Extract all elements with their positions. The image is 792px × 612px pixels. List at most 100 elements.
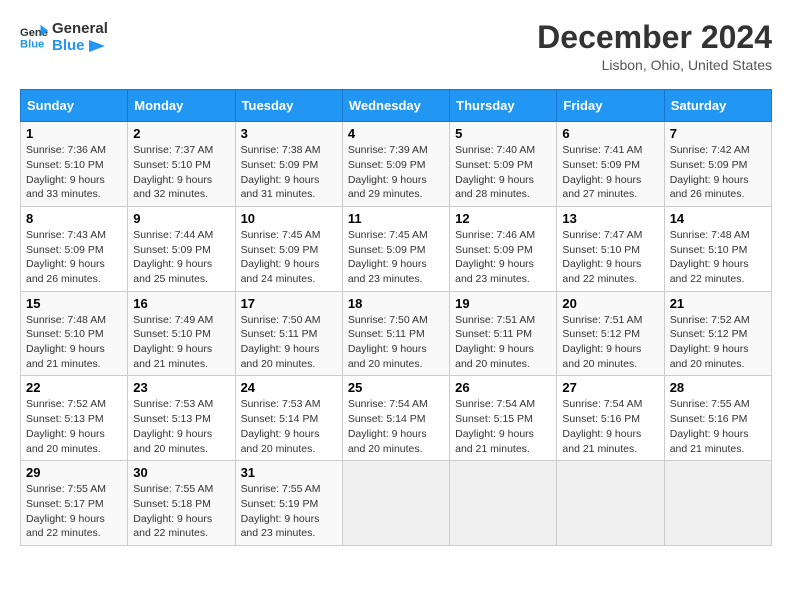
day-number: 24 (241, 380, 337, 395)
day-cell: 26 Sunrise: 7:54 AM Sunset: 5:15 PM Dayl… (450, 376, 557, 461)
logo-blue: Blue (52, 37, 108, 54)
day-detail: Sunrise: 7:38 AM Sunset: 5:09 PM Dayligh… (241, 143, 337, 202)
calendar-week-row: 22 Sunrise: 7:52 AM Sunset: 5:13 PM Dayl… (21, 376, 772, 461)
day-cell: 24 Sunrise: 7:53 AM Sunset: 5:14 PM Dayl… (235, 376, 342, 461)
page-header: General Blue General Blue December 2024 … (20, 20, 772, 73)
day-detail: Sunrise: 7:45 AM Sunset: 5:09 PM Dayligh… (348, 228, 444, 287)
day-detail: Sunrise: 7:48 AM Sunset: 5:10 PM Dayligh… (26, 313, 122, 372)
day-number: 25 (348, 380, 444, 395)
day-number: 9 (133, 211, 229, 226)
day-number: 7 (670, 126, 766, 141)
col-sunday: Sunday (21, 90, 128, 122)
day-number: 16 (133, 296, 229, 311)
day-number: 23 (133, 380, 229, 395)
day-number: 10 (241, 211, 337, 226)
day-detail: Sunrise: 7:54 AM Sunset: 5:15 PM Dayligh… (455, 397, 551, 456)
day-detail: Sunrise: 7:54 AM Sunset: 5:14 PM Dayligh… (348, 397, 444, 456)
calendar-table: Sunday Monday Tuesday Wednesday Thursday… (20, 89, 772, 546)
day-detail: Sunrise: 7:48 AM Sunset: 5:10 PM Dayligh… (670, 228, 766, 287)
day-cell: 15 Sunrise: 7:48 AM Sunset: 5:10 PM Dayl… (21, 291, 128, 376)
day-number: 20 (562, 296, 658, 311)
day-cell: 20 Sunrise: 7:51 AM Sunset: 5:12 PM Dayl… (557, 291, 664, 376)
col-saturday: Saturday (664, 90, 771, 122)
day-cell: 3 Sunrise: 7:38 AM Sunset: 5:09 PM Dayli… (235, 122, 342, 207)
calendar-week-row: 8 Sunrise: 7:43 AM Sunset: 5:09 PM Dayli… (21, 206, 772, 291)
day-cell: 5 Sunrise: 7:40 AM Sunset: 5:09 PM Dayli… (450, 122, 557, 207)
day-number: 26 (455, 380, 551, 395)
day-detail: Sunrise: 7:47 AM Sunset: 5:10 PM Dayligh… (562, 228, 658, 287)
calendar-week-row: 1 Sunrise: 7:36 AM Sunset: 5:10 PM Dayli… (21, 122, 772, 207)
day-number: 28 (670, 380, 766, 395)
day-cell: 27 Sunrise: 7:54 AM Sunset: 5:16 PM Dayl… (557, 376, 664, 461)
day-detail: Sunrise: 7:50 AM Sunset: 5:11 PM Dayligh… (348, 313, 444, 372)
col-thursday: Thursday (450, 90, 557, 122)
day-detail: Sunrise: 7:39 AM Sunset: 5:09 PM Dayligh… (348, 143, 444, 202)
day-cell: 6 Sunrise: 7:41 AM Sunset: 5:09 PM Dayli… (557, 122, 664, 207)
day-number: 12 (455, 211, 551, 226)
day-number: 19 (455, 296, 551, 311)
day-number: 21 (670, 296, 766, 311)
logo: General Blue General Blue (20, 20, 108, 54)
empty-day-cell (557, 461, 664, 546)
day-cell: 13 Sunrise: 7:47 AM Sunset: 5:10 PM Dayl… (557, 206, 664, 291)
day-detail: Sunrise: 7:44 AM Sunset: 5:09 PM Dayligh… (133, 228, 229, 287)
day-cell: 18 Sunrise: 7:50 AM Sunset: 5:11 PM Dayl… (342, 291, 449, 376)
day-cell: 31 Sunrise: 7:55 AM Sunset: 5:19 PM Dayl… (235, 461, 342, 546)
day-number: 15 (26, 296, 122, 311)
day-number: 2 (133, 126, 229, 141)
day-detail: Sunrise: 7:37 AM Sunset: 5:10 PM Dayligh… (133, 143, 229, 202)
day-cell: 21 Sunrise: 7:52 AM Sunset: 5:12 PM Dayl… (664, 291, 771, 376)
day-detail: Sunrise: 7:51 AM Sunset: 5:11 PM Dayligh… (455, 313, 551, 372)
day-cell: 7 Sunrise: 7:42 AM Sunset: 5:09 PM Dayli… (664, 122, 771, 207)
month-title: December 2024 (537, 20, 772, 55)
day-number: 31 (241, 465, 337, 480)
day-cell: 19 Sunrise: 7:51 AM Sunset: 5:11 PM Dayl… (450, 291, 557, 376)
title-block: December 2024 Lisbon, Ohio, United State… (537, 20, 772, 73)
day-cell: 2 Sunrise: 7:37 AM Sunset: 5:10 PM Dayli… (128, 122, 235, 207)
calendar-week-row: 15 Sunrise: 7:48 AM Sunset: 5:10 PM Dayl… (21, 291, 772, 376)
day-cell: 11 Sunrise: 7:45 AM Sunset: 5:09 PM Dayl… (342, 206, 449, 291)
day-number: 13 (562, 211, 658, 226)
day-detail: Sunrise: 7:55 AM Sunset: 5:16 PM Dayligh… (670, 397, 766, 456)
col-wednesday: Wednesday (342, 90, 449, 122)
day-number: 17 (241, 296, 337, 311)
col-monday: Monday (128, 90, 235, 122)
day-cell: 10 Sunrise: 7:45 AM Sunset: 5:09 PM Dayl… (235, 206, 342, 291)
day-number: 8 (26, 211, 122, 226)
col-tuesday: Tuesday (235, 90, 342, 122)
day-detail: Sunrise: 7:45 AM Sunset: 5:09 PM Dayligh… (241, 228, 337, 287)
day-cell: 25 Sunrise: 7:54 AM Sunset: 5:14 PM Dayl… (342, 376, 449, 461)
day-cell: 22 Sunrise: 7:52 AM Sunset: 5:13 PM Dayl… (21, 376, 128, 461)
day-detail: Sunrise: 7:49 AM Sunset: 5:10 PM Dayligh… (133, 313, 229, 372)
day-number: 4 (348, 126, 444, 141)
day-cell: 8 Sunrise: 7:43 AM Sunset: 5:09 PM Dayli… (21, 206, 128, 291)
day-detail: Sunrise: 7:55 AM Sunset: 5:19 PM Dayligh… (241, 482, 337, 541)
day-detail: Sunrise: 7:40 AM Sunset: 5:09 PM Dayligh… (455, 143, 551, 202)
day-number: 18 (348, 296, 444, 311)
day-cell: 1 Sunrise: 7:36 AM Sunset: 5:10 PM Dayli… (21, 122, 128, 207)
day-number: 27 (562, 380, 658, 395)
day-detail: Sunrise: 7:55 AM Sunset: 5:17 PM Dayligh… (26, 482, 122, 541)
day-number: 1 (26, 126, 122, 141)
day-detail: Sunrise: 7:51 AM Sunset: 5:12 PM Dayligh… (562, 313, 658, 372)
day-number: 29 (26, 465, 122, 480)
day-cell: 9 Sunrise: 7:44 AM Sunset: 5:09 PM Dayli… (128, 206, 235, 291)
empty-day-cell (664, 461, 771, 546)
day-number: 3 (241, 126, 337, 141)
day-detail: Sunrise: 7:55 AM Sunset: 5:18 PM Dayligh… (133, 482, 229, 541)
day-cell: 14 Sunrise: 7:48 AM Sunset: 5:10 PM Dayl… (664, 206, 771, 291)
day-number: 30 (133, 465, 229, 480)
day-cell: 17 Sunrise: 7:50 AM Sunset: 5:11 PM Dayl… (235, 291, 342, 376)
day-detail: Sunrise: 7:54 AM Sunset: 5:16 PM Dayligh… (562, 397, 658, 456)
day-number: 11 (348, 211, 444, 226)
day-detail: Sunrise: 7:52 AM Sunset: 5:12 PM Dayligh… (670, 313, 766, 372)
day-detail: Sunrise: 7:42 AM Sunset: 5:09 PM Dayligh… (670, 143, 766, 202)
day-cell: 30 Sunrise: 7:55 AM Sunset: 5:18 PM Dayl… (128, 461, 235, 546)
svg-text:Blue: Blue (20, 38, 44, 50)
empty-day-cell (450, 461, 557, 546)
logo-icon: General Blue (20, 23, 48, 51)
day-cell: 12 Sunrise: 7:46 AM Sunset: 5:09 PM Dayl… (450, 206, 557, 291)
day-number: 6 (562, 126, 658, 141)
empty-day-cell (342, 461, 449, 546)
day-number: 5 (455, 126, 551, 141)
